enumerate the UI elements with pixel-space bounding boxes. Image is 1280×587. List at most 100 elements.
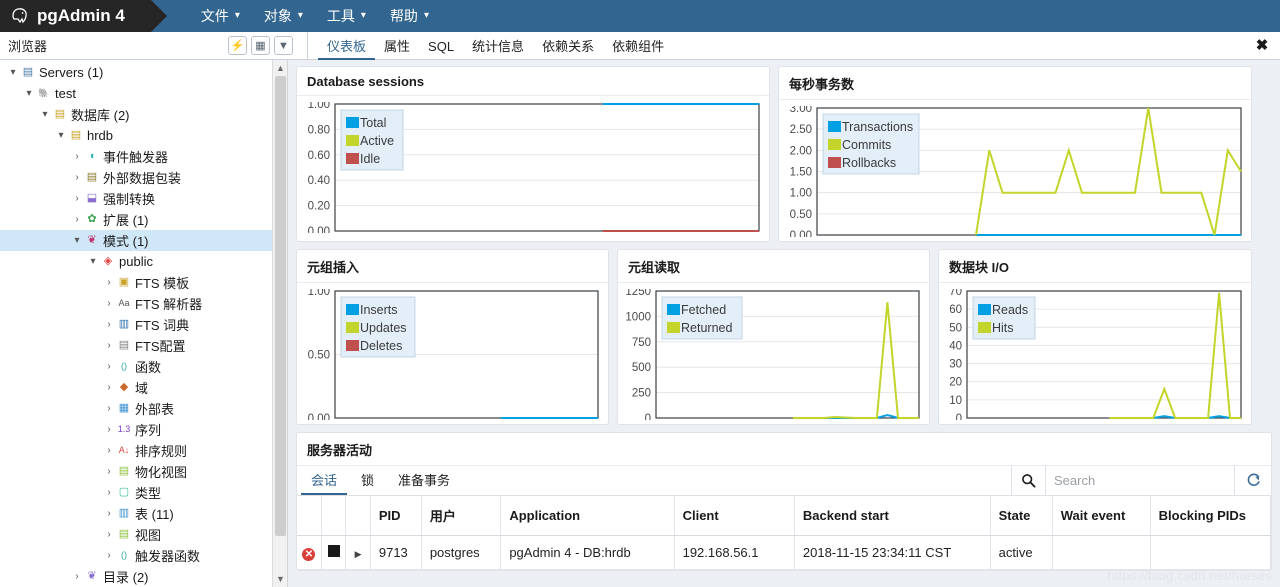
tab-properties[interactable]: 属性 [375,34,419,60]
col-application[interactable]: Application [500,496,675,536]
tree-item-14[interactable]: › () 函数 [0,356,287,377]
tab-statistics[interactable]: 统计信息 [463,34,533,60]
chart-svg-block-io: 0 10 20 30 40 50 60 70 Reads Hits [949,289,1242,420]
views-icon: ▤ [118,528,130,540]
tree-scroll-thumb[interactable] [275,76,286,536]
table-header-row: PID 用户 Application Client Backend start … [297,496,1272,536]
chevron-right-icon[interactable]: › [102,319,116,330]
cancel-query-icon[interactable]: ✕ [302,547,316,561]
chevron-down-icon[interactable]: ▾ [38,109,52,120]
col-user[interactable]: 用户 [421,496,502,536]
menu-help[interactable]: 帮助 ▾ [378,0,441,32]
tab-prepared-transactions[interactable]: 准备事务 [388,466,460,495]
chevron-down-icon[interactable]: ▾ [86,256,100,267]
chevron-right-icon[interactable]: › [102,529,116,540]
tree-item-6[interactable]: › ⬓ 强制转换 [0,188,287,209]
tree-item-24[interactable]: › ❦ 目录 (2) [0,566,287,587]
chevron-right-icon[interactable]: › [102,508,116,519]
grid-view-icon[interactable]: ▦ [251,36,270,55]
menu-tools[interactable]: 工具 ▾ [315,0,378,32]
close-icon[interactable]: ✖ [1254,37,1270,54]
chevron-right-icon[interactable]: › [102,382,116,393]
menu-file-label: 文件 [200,8,229,24]
menu-file[interactable]: 文件 ▾ [189,0,252,32]
chevron-right-icon[interactable]: › [70,151,84,162]
tab-dependents[interactable]: 依赖组件 [603,34,673,60]
search-input[interactable] [1045,466,1235,495]
tree-item-4[interactable]: › ◖ 事件触发器 [0,146,287,167]
tree-item-21[interactable]: › ▥ 表 (11) [0,503,287,524]
expand-row-icon[interactable]: ▶ [355,549,362,559]
tree-item-11[interactable]: › Aa FTS 解析器 [0,293,287,314]
scroll-down-icon[interactable]: ▼ [273,571,287,587]
chevron-right-icon[interactable]: › [102,487,116,498]
tree-item-23[interactable]: › () 触发器函数 [0,545,287,566]
tree-item-22[interactable]: › ▤ 视图 [0,524,287,545]
svg-text:1.00: 1.00 [790,188,812,200]
tree-item-13[interactable]: › ▤ FTS配置 [0,335,287,356]
chevron-down-icon[interactable]: ▾ [70,235,84,246]
activity-search-area [1011,466,1271,495]
chevron-down-icon[interactable]: ▾ [54,130,68,141]
refresh-icon[interactable] [1235,466,1271,495]
chevron-right-icon[interactable]: › [70,571,84,582]
tree-item-9[interactable]: ▾ ◈ public [0,251,287,272]
quick-action-icon[interactable]: ⚡ [228,36,247,55]
tab-dashboard[interactable]: 仪表板 [318,34,376,60]
svg-text:250: 250 [632,388,651,400]
tree-item-2[interactable]: ▾ ▤ 数据库 (2) [0,104,287,125]
tree-item-3[interactable]: ▾ ▤ hrdb [0,125,287,146]
tab-dependencies[interactable]: 依赖关系 [533,34,603,60]
tree-item-7[interactable]: › ✿ 扩展 (1) [0,209,287,230]
chevron-right-icon[interactable]: › [102,340,116,351]
tree-item-0[interactable]: ▾ ▤ Servers (1) [0,62,287,83]
tree-item-20[interactable]: › ▢ 类型 [0,482,287,503]
panel-title-server-activity: 服务器活动 [297,433,1271,466]
chevron-right-icon[interactable]: › [102,277,116,288]
tree-item-5[interactable]: › ▤ 外部数据包装 [0,167,287,188]
chevron-right-icon[interactable]: › [102,298,116,309]
chevron-down-icon[interactable]: ▾ [22,88,36,99]
col-wait-event[interactable]: Wait event [1052,496,1151,536]
tree-item-17[interactable]: › 1.3 序列 [0,419,287,440]
chevron-right-icon[interactable]: › [70,172,84,183]
filter-icon[interactable]: ▼ [274,36,293,55]
svg-text:0.50: 0.50 [790,209,812,221]
tab-sql[interactable]: SQL [419,34,463,60]
col-pid[interactable]: PID [370,496,422,536]
chevron-right-icon[interactable]: › [102,466,116,477]
chevron-right-icon[interactable]: › [102,445,116,456]
menu-object-label: 对象 [263,8,292,24]
chevron-right-icon[interactable]: › [70,214,84,225]
scroll-up-icon[interactable]: ▲ [273,60,287,76]
svg-text:0.40: 0.40 [308,175,330,187]
tree-item-label: 表 (11) [135,507,174,522]
col-blocking-pids[interactable]: Blocking PIDs [1150,496,1272,536]
tree-item-1[interactable]: ▾ 🐘 test [0,83,287,104]
chevron-down-icon[interactable]: ▾ [6,67,20,78]
tree-item-19[interactable]: › ▤ 物化视图 [0,461,287,482]
chevron-right-icon[interactable]: › [70,193,84,204]
chevron-right-icon[interactable]: › [102,403,116,414]
tree-item-16[interactable]: › ▦ 外部表 [0,398,287,419]
tree-item-label: 视图 [135,528,162,543]
tree-item-15[interactable]: › ◆ 域 [0,377,287,398]
col-state[interactable]: State [990,496,1053,536]
col-backend-start[interactable]: Backend start [794,496,991,536]
menu-object[interactable]: 对象 ▾ [252,0,315,32]
tree-item-18[interactable]: › A↓ 排序规则 [0,440,287,461]
chevron-right-icon[interactable]: › [102,424,116,435]
col-client[interactable]: Client [674,496,795,536]
server-icon: 🐘 [38,88,50,98]
tree-item-10[interactable]: › ▣ FTS 模板 [0,272,287,293]
chevron-right-icon[interactable]: › [102,361,116,372]
tree-scrollbar[interactable]: ▲ ▼ [272,60,287,587]
tree-item-8[interactable]: ▾ ❦ 模式 (1) [0,230,287,251]
svg-text:Commits: Commits [842,138,891,152]
tree-item-12[interactable]: › ▥ FTS 词典 [0,314,287,335]
tab-locks[interactable]: 锁 [351,466,384,495]
search-icon[interactable] [1011,466,1045,495]
chevron-right-icon[interactable]: › [102,550,116,561]
terminate-session-icon[interactable] [327,545,340,557]
tab-sessions[interactable]: 会话 [301,466,348,495]
